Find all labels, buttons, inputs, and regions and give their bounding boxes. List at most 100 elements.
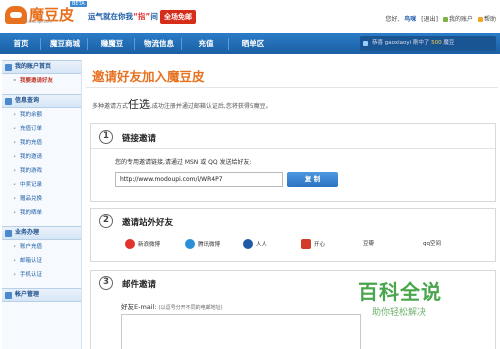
intro-prefix: 多种邀请方式	[92, 103, 129, 110]
share-label: 开心	[314, 242, 326, 248]
sidebar-item-balance[interactable]: 我的余额	[2, 108, 81, 122]
watermark: 百科全说 助你轻松解决	[358, 276, 478, 326]
free-shipping-badge[interactable]: 全场免邮	[160, 10, 196, 24]
nav-logistics[interactable]: 物流信息	[137, 38, 181, 49]
watermark-title: 百科全说	[358, 280, 442, 304]
tencent-weibo-icon	[185, 239, 195, 249]
sidebar-section-business[interactable]: 业务办理	[2, 226, 81, 240]
email-label-text: 好友E-mail:	[121, 303, 157, 311]
nav-divider	[181, 37, 182, 50]
share-tencent-weibo[interactable]: 腾讯微博	[185, 239, 220, 249]
share-douban[interactable]: 豆瓣	[363, 239, 374, 247]
slogan-highlight: “指”	[133, 12, 151, 21]
sidebar-item-my-recharge[interactable]: 我的充值	[2, 136, 81, 150]
link-invite-panel: 1 链接邀请 您的专用邀请链接,请通过 MSN 或 QQ 发送给好友: http…	[90, 123, 496, 202]
logo-icon	[5, 6, 27, 24]
invite-link-field[interactable]: http://www.modoupi.com/i/WR4P7	[115, 172, 283, 187]
nav-showcase[interactable]: 晒单区	[231, 38, 275, 49]
account-manage-icon	[5, 292, 12, 299]
sidebar-item-my-showcase[interactable]: 我的晒单	[2, 206, 81, 220]
share-qzone[interactable]: qq空间	[423, 239, 441, 247]
step-title: 邮件邀请	[122, 280, 157, 290]
sidebar-section-title: 我的账户首页	[15, 63, 52, 70]
sidebar-item-my-invites[interactable]: 我的邀请	[2, 150, 81, 164]
sidebar-item-winnings[interactable]: 中奖记录	[2, 178, 81, 192]
share-renren[interactable]: 人人	[243, 239, 267, 249]
greeting: 您好,	[385, 16, 400, 23]
logo-subtitle: modoupi.com	[25, 19, 53, 24]
sina-weibo-icon	[125, 239, 135, 249]
winner-ticker: 恭喜 gaoxiaoyi 刚中了 500 魔豆	[360, 36, 496, 51]
page-title: 邀请好友加入魔豆皮	[92, 69, 205, 84]
speaker-icon	[363, 41, 368, 46]
ticker-suffix: 魔豆	[443, 40, 455, 46]
slogan-suffix: 间	[150, 12, 158, 21]
sidebar-item-email-verify[interactable]: 邮箱认证	[2, 254, 81, 268]
sidebar: 我的账户首页 我要邀请好友 信息查询 我的余额 充值订单 我的充值 我的邀请 我…	[2, 60, 82, 349]
sidebar-section-account-home[interactable]: 我的账户首页	[2, 60, 81, 74]
account-icon	[442, 17, 448, 22]
sidebar-section-title: 信息查询	[15, 97, 40, 104]
title-divider	[86, 87, 498, 88]
nav-earn[interactable]: 赚魔豆	[90, 38, 134, 49]
step-number: 3	[99, 276, 113, 290]
info-icon	[5, 98, 12, 105]
renren-icon	[243, 239, 253, 249]
nav-home[interactable]: 首页	[2, 38, 40, 49]
kaixin-icon	[301, 239, 311, 249]
sidebar-item-gift-exchange[interactable]: 赠品兑换	[2, 192, 81, 206]
main-nav: 首页 魔豆商城 赚魔豆 物流信息 充值 晒单区 恭喜 gaoxiaoyi 刚中了…	[0, 33, 500, 54]
intro-text: 多种邀请方式任选,成功注册并通过邮箱认证后,您将获得5魔豆。	[92, 96, 272, 112]
email-input[interactable]	[121, 314, 361, 349]
ticker-amount: 500	[431, 40, 442, 46]
slogan: 运气就在你我“指”间	[88, 11, 158, 22]
business-icon	[5, 230, 12, 237]
share-label: 腾讯微博	[198, 242, 221, 248]
sidebar-item-account-recharge[interactable]: 账户充值	[2, 240, 81, 254]
slogan-prefix: 运气就在你我	[88, 12, 133, 21]
sidebar-item-recharge-orders[interactable]: 充值订单	[2, 122, 81, 136]
link-label: 您的专用邀请链接,请通过 MSN 或 QQ 发送给好友:	[115, 159, 252, 166]
nav-recharge[interactable]: 充值	[184, 38, 228, 49]
ticker-user: gaoxiaoyi	[384, 40, 412, 46]
nav-divider	[40, 37, 41, 50]
sidebar-section-account-manage[interactable]: 帐户管理	[2, 288, 81, 302]
my-account-link[interactable]: 我的账户	[442, 14, 473, 23]
share-label: qq空间	[423, 241, 441, 247]
ticker-middle: 刚中了	[412, 40, 430, 46]
sidebar-item-invite[interactable]: 我要邀请好友	[2, 74, 81, 88]
sidebar-item-my-games[interactable]: 我的游戏	[2, 164, 81, 178]
user-links: 您好, 鸟咪 [退出] 我的账户 帮助	[385, 14, 496, 23]
ticker-prefix: 恭喜	[372, 40, 384, 46]
logout-link[interactable]: [退出]	[421, 14, 438, 23]
nav-divider	[87, 37, 88, 50]
share-kaixin[interactable]: 开心	[301, 239, 325, 249]
beta-badge: BETA	[70, 1, 87, 7]
sidebar-section-title: 帐户管理	[15, 291, 40, 298]
watermark-subtitle: 助你轻松解决	[372, 308, 427, 318]
step-number: 1	[99, 130, 113, 144]
email-hint: (以逗号分开不同的电邮地址)	[158, 305, 223, 311]
nav-shop[interactable]: 魔豆商城	[43, 38, 87, 49]
share-label: 豆瓣	[363, 241, 375, 247]
copy-button[interactable]: 复 制	[287, 172, 338, 187]
intro-suffix: ,成功注册并通过邮箱认证后,您将获得5魔豆。	[150, 103, 272, 110]
step-number: 2	[99, 214, 113, 228]
share-label: 人人	[256, 242, 268, 248]
email-label: 好友E-mail: (以逗号分开不同的电邮地址)	[121, 301, 223, 311]
help-link[interactable]: 帮助	[477, 14, 496, 23]
help-icon	[477, 17, 483, 22]
share-label: 新浪微博	[138, 242, 161, 248]
share-sina-weibo[interactable]: 新浪微博	[125, 239, 160, 249]
step-title: 链接邀请	[122, 134, 157, 144]
my-account-label: 我的账户	[448, 16, 473, 23]
sidebar-item-phone-verify[interactable]: 手机认证	[2, 268, 81, 282]
nav-divider	[134, 37, 135, 50]
username-link[interactable]: 鸟咪	[404, 14, 416, 23]
sidebar-section-info[interactable]: 信息查询	[2, 94, 81, 108]
intro-emphasis: 任选	[128, 98, 151, 111]
help-label: 帮助	[483, 16, 496, 23]
step-title: 邀请站外好友	[122, 218, 174, 228]
nav-divider	[228, 37, 229, 50]
sidebar-section-title: 业务办理	[15, 229, 40, 236]
